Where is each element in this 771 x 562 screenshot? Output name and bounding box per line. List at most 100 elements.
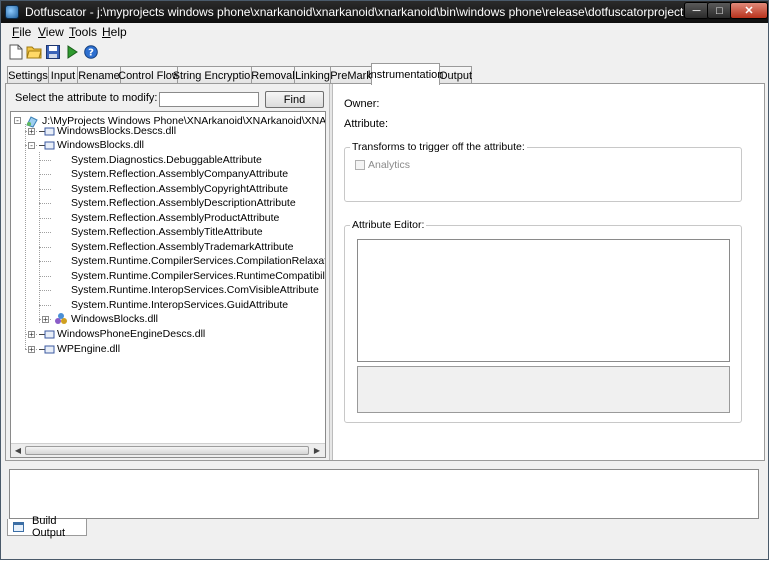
transforms-group: Transforms to trigger off the attribute:… bbox=[344, 141, 742, 202]
tree-attribute-item[interactable]: System.Runtime.CompilerServices.Compilat… bbox=[71, 254, 325, 268]
attribute-search-input[interactable] bbox=[159, 92, 259, 107]
attribute-editor-title: Attribute Editor: bbox=[350, 219, 427, 231]
attribute-editor-grid[interactable] bbox=[357, 239, 730, 362]
attribute-editor-group: Attribute Editor: bbox=[344, 219, 742, 423]
tree-attribute-item[interactable]: System.Diagnostics.DebuggableAttribute bbox=[71, 153, 262, 167]
minimize-button[interactable]: ─ bbox=[684, 2, 709, 19]
tree-connector bbox=[39, 290, 51, 291]
maximize-button[interactable]: □ bbox=[707, 2, 732, 19]
tab-build-output[interactable]: Build Output bbox=[7, 515, 87, 539]
expand-icon[interactable]: + bbox=[28, 346, 35, 354]
tree-attribute-item[interactable]: System.Reflection.AssemblyDescriptionAtt… bbox=[71, 196, 296, 210]
find-button[interactable]: Find bbox=[265, 91, 324, 108]
tree-connector bbox=[39, 189, 51, 190]
attribute-description-box bbox=[357, 366, 730, 413]
owner-label: Owner: bbox=[344, 98, 380, 110]
attribute-label: System.Reflection.AssemblyCopyrightAttri… bbox=[71, 183, 289, 195]
expand-icon[interactable]: + bbox=[28, 128, 35, 136]
tree-attribute-item[interactable]: System.Reflection.AssemblyTrademarkAttri… bbox=[71, 240, 294, 254]
tree-node-label: WindowsBlocks.dll bbox=[71, 313, 158, 325]
tree-node-windowsphoneenginedescs[interactable]: + WindowsPhoneEngineDescs.dll bbox=[11, 327, 325, 341]
tree-node-wpengine[interactable]: + WPEngine.dll bbox=[11, 342, 325, 356]
attribute-label: System.Reflection.AssemblyTrademarkAttri… bbox=[71, 241, 294, 253]
attribute-label: System.Reflection.AssemblyCompanyAttribu… bbox=[71, 168, 289, 180]
collapse-icon[interactable]: - bbox=[14, 117, 21, 125]
close-button[interactable]: ✕ bbox=[730, 2, 768, 19]
help-icon[interactable]: ? bbox=[83, 44, 99, 60]
tree-connector bbox=[39, 276, 51, 277]
tab-strip: Settings Input Rename Control Flow Strin… bbox=[1, 63, 768, 85]
tree-connector bbox=[39, 203, 51, 204]
tree-node-label: WindowsBlocks.dll bbox=[57, 139, 144, 151]
menu-file[interactable]: File bbox=[12, 25, 31, 39]
expand-icon[interactable]: + bbox=[42, 316, 49, 324]
attribute-label: System.Reflection.AssemblyProductAttribu… bbox=[71, 212, 280, 224]
attribute-label: System.Runtime.CompilerServices.Compilat… bbox=[71, 255, 325, 267]
menu-view[interactable]: View bbox=[38, 25, 64, 39]
scroll-right-icon[interactable]: ▶ bbox=[311, 445, 323, 456]
tab-string-encryption[interactable]: String Encryption bbox=[173, 66, 256, 84]
analytics-label: Analytics bbox=[368, 159, 411, 171]
menu-view-label: iew bbox=[45, 25, 64, 39]
tree-node-windowsblocks[interactable]: - WindowsBlocks.dll bbox=[11, 138, 325, 152]
tree-attribute-item[interactable]: System.Runtime.CompilerServices.RuntimeC… bbox=[71, 269, 325, 283]
menu-bar: File View Tools Help bbox=[1, 23, 768, 41]
tab-linking[interactable]: Linking bbox=[294, 66, 331, 84]
scrollbar-thumb[interactable] bbox=[25, 446, 309, 455]
tab-instrumentation[interactable]: Instrumentation bbox=[368, 63, 443, 85]
tree-connector bbox=[39, 261, 51, 262]
tab-settings[interactable]: Settings bbox=[7, 66, 49, 84]
tab-control-flow[interactable]: Control Flow bbox=[118, 66, 180, 84]
assembly-icon bbox=[39, 141, 55, 153]
tree-attribute-item[interactable]: System.Reflection.AssemblyTitleAttribute bbox=[71, 225, 263, 239]
tree-connector bbox=[39, 152, 40, 323]
tab-rename[interactable]: Rename bbox=[77, 66, 121, 84]
menu-help[interactable]: Help bbox=[102, 25, 127, 39]
select-attribute-label: Select the attribute to modify: bbox=[15, 92, 158, 104]
title-bar[interactable]: Dotfuscator - j:\myprojects windows phon… bbox=[1, 1, 768, 23]
attribute-tree[interactable]: - J:\MyProjects Windows Phone\XNArkanoid… bbox=[10, 111, 326, 458]
run-icon[interactable] bbox=[64, 44, 80, 60]
tree-attribute-item[interactable]: System.Reflection.AssemblyProductAttribu… bbox=[71, 211, 279, 225]
tab-content: Select the attribute to modify: Find - J… bbox=[5, 83, 765, 461]
tab-premark[interactable]: PreMark bbox=[330, 66, 372, 84]
tree-node-label: WPEngine.dll bbox=[57, 343, 121, 355]
collapse-icon[interactable]: - bbox=[28, 142, 35, 150]
attribute-label: System.Reflection.AssemblyDescriptionAtt… bbox=[71, 197, 296, 209]
tree-connector bbox=[39, 174, 51, 175]
tab-input[interactable]: Input bbox=[48, 66, 78, 84]
menu-tools[interactable]: Tools bbox=[69, 25, 97, 39]
tree-connector bbox=[39, 247, 51, 248]
tree-node-windowsblocks-inner[interactable]: + WindowsBlocks.dll bbox=[11, 312, 325, 326]
tree-node-label: WindowsBlocks.Descs.dll bbox=[57, 125, 177, 137]
tree-attribute-item[interactable]: System.Reflection.AssemblyCompanyAttribu… bbox=[71, 167, 288, 181]
tree-connector bbox=[39, 305, 51, 306]
menu-view-mnemonic: V bbox=[38, 25, 46, 39]
attribute-label: System.Runtime.CompilerServices.RuntimeC… bbox=[71, 270, 325, 282]
tree-node-windowsblocks-descs[interactable]: + WindowsBlocks.Descs.dll bbox=[11, 124, 325, 138]
expand-icon[interactable]: + bbox=[28, 331, 35, 339]
output-window-icon bbox=[13, 522, 24, 532]
tab-output[interactable]: Output bbox=[439, 66, 472, 84]
tree-node-label: WindowsPhoneEngineDescs.dll bbox=[57, 328, 206, 340]
menu-file-label: ile bbox=[19, 25, 32, 39]
save-icon[interactable] bbox=[45, 44, 61, 60]
assembly-icon bbox=[39, 330, 55, 342]
menu-help-label: elp bbox=[110, 25, 127, 39]
app-icon bbox=[5, 5, 19, 19]
tree-attribute-item[interactable]: System.Reflection.AssemblyCopyrightAttri… bbox=[71, 182, 288, 196]
analytics-checkbox[interactable] bbox=[355, 160, 365, 170]
tree-attribute-item[interactable]: System.Runtime.InteropServices.GuidAttri… bbox=[71, 298, 288, 312]
open-folder-icon[interactable] bbox=[26, 44, 42, 60]
menu-help-mnemonic: H bbox=[102, 25, 111, 39]
build-output-panel[interactable] bbox=[9, 469, 759, 519]
horizontal-scrollbar[interactable]: ◀ ▶ bbox=[11, 443, 325, 457]
tab-removal[interactable]: Removal bbox=[251, 66, 295, 84]
scroll-left-icon[interactable]: ◀ bbox=[12, 445, 24, 456]
menu-tools-label: ools bbox=[75, 25, 98, 39]
toolbar: ? bbox=[1, 41, 768, 63]
attribute-label: System.Reflection.AssemblyTitleAttribute bbox=[71, 226, 263, 238]
assembly-icon bbox=[39, 345, 55, 357]
tree-attribute-item[interactable]: System.Runtime.InteropServices.ComVisibl… bbox=[71, 283, 319, 297]
new-file-icon[interactable] bbox=[8, 44, 24, 60]
